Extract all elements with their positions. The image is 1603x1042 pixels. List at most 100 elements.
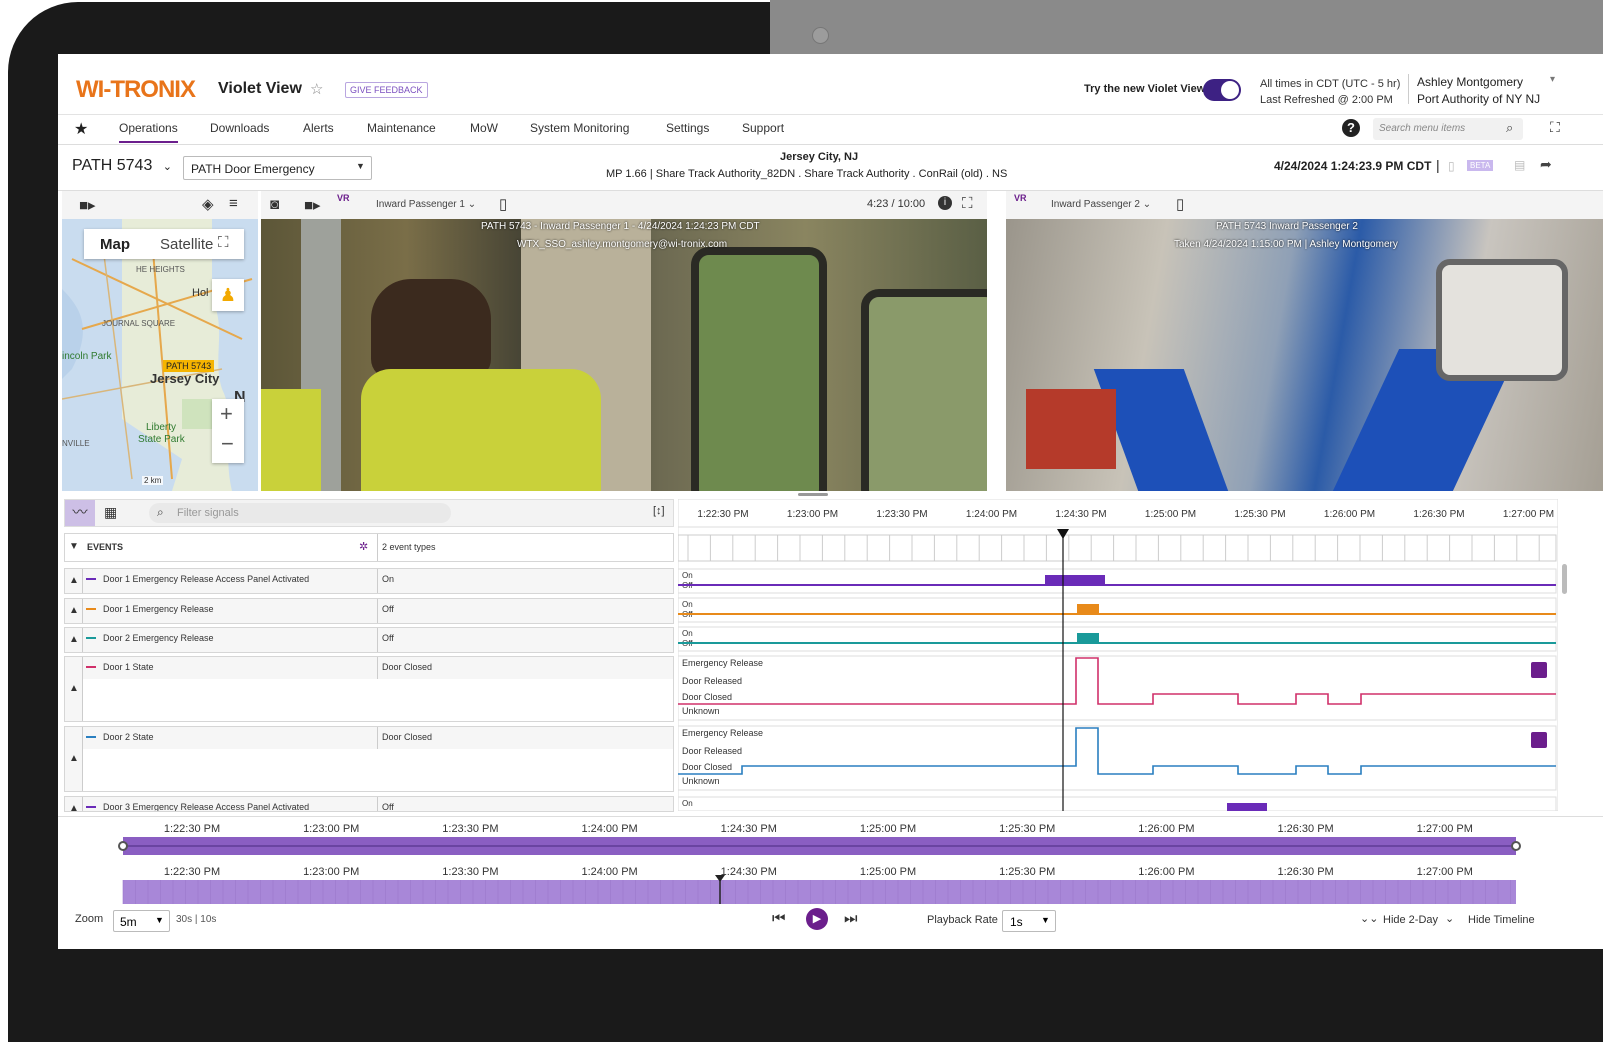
user-menu[interactable]: Ashley Montgomery Port Authority of NY N… — [1417, 74, 1540, 108]
signal-row[interactable]: ▲ Door 1 State Door Closed — [64, 656, 674, 722]
timeline-detail-bar — [123, 880, 1516, 904]
window-right — [861, 289, 987, 491]
play-button[interactable]: ▶ — [806, 908, 828, 930]
favorite-star-icon[interactable]: ☆ — [310, 80, 323, 98]
search-icon[interactable]: ⌕ — [1506, 120, 1513, 136]
nav-maintenance[interactable]: Maintenance — [367, 121, 436, 135]
zoom-out-icon[interactable]: − — [221, 431, 234, 457]
map-type-toggle: Map Satellite ⛶ — [84, 229, 244, 259]
menu-lines-icon[interactable]: ≡ — [229, 195, 238, 212]
zoom-options[interactable]: 30s | 10s — [176, 914, 216, 925]
video1-overlay-line2: WTX_SSO_ashley.montgomery@wi-tronix.com — [517, 239, 728, 250]
collapse-triangle-icon[interactable]: ▲ — [69, 634, 79, 645]
vr-toggle[interactable]: VR — [337, 193, 350, 203]
nav-alerts[interactable]: Alerts — [303, 121, 334, 135]
line-chart-icon[interactable]: 〰 — [65, 500, 95, 526]
try-new-toggle[interactable] — [1203, 79, 1241, 101]
timeline-tick-label: 1:25:00 PM — [860, 866, 916, 878]
video1-camera-select[interactable]: Inward Passenger 1 ⌄ — [376, 199, 476, 210]
column-divider — [377, 599, 378, 623]
ad-panel — [1026, 389, 1116, 469]
graph-scrollbar[interactable] — [1562, 564, 1567, 594]
state-label: Unknown — [682, 706, 720, 716]
video1-fullscreen-icon[interactable]: ⛶ — [962, 195, 973, 212]
map-view[interactable]: Map Satellite ⛶ HE HEIGHTS Hol JOURNAL S… — [62, 219, 258, 491]
vehicle-select[interactable]: PATH 5743 ⌄ — [72, 157, 172, 175]
skip-forward-icon[interactable]: ⏭ — [844, 910, 858, 927]
signal-row[interactable]: ▲ Door 2 Emergency Release Off — [64, 627, 674, 653]
help-icon[interactable]: ? — [1342, 119, 1360, 137]
timeline-canvas[interactable]: 1:22:30 PM 1:22:30 PM 1:23:00 PM 1:23:00 PM… — [58, 817, 1603, 907]
video-camera-icon[interactable]: ■▸ — [79, 196, 96, 214]
video-camera-icon[interactable]: ■▸ — [304, 196, 321, 214]
signal-row[interactable]: ▲ Door 3 Emergency Release Access Panel A… — [64, 796, 674, 812]
hide-timeline-button[interactable]: Hide Timeline — [1468, 914, 1535, 926]
collapse-triangle-icon[interactable]: ▲ — [69, 753, 79, 764]
map-fullscreen-icon[interactable]: ⛶ — [218, 234, 229, 251]
signal-row[interactable]: ▲ Door 1 Emergency Release Access Panel A… — [64, 568, 674, 594]
timeline-tick-label: 1:25:30 PM — [999, 823, 1055, 835]
map-label: HE HEIGHTS — [136, 265, 185, 274]
nav-settings[interactable]: Settings — [666, 121, 709, 135]
timeline-tick-label: 1:27:00 PM — [1417, 866, 1473, 878]
table-view-icon[interactable]: ▦ — [104, 504, 117, 521]
binary-signal-lane — [678, 597, 1557, 623]
vr-toggle[interactable]: VR — [1014, 193, 1027, 203]
collapse-triangle-icon[interactable]: ▲ — [69, 683, 79, 694]
nav-system-monitoring[interactable]: System Monitoring — [530, 121, 629, 135]
playback-rate-select[interactable]: 1s ▼ — [1002, 910, 1056, 932]
refreshed-line: Last Refreshed @ 2:00 PM — [1260, 94, 1393, 106]
event-select[interactable]: PATH Door Emergency ▼ — [183, 156, 372, 180]
nav-operations[interactable]: Operations — [119, 121, 178, 143]
video1-player[interactable]: PATH 5743 - Inward Passenger 1 - 4/24/20… — [261, 219, 987, 491]
gear-icon[interactable]: ✲ — [359, 540, 368, 553]
skip-back-icon[interactable]: ⏮ — [772, 910, 786, 927]
share-icon[interactable]: ➦ — [1540, 156, 1552, 173]
map-icon[interactable]: ▯ — [499, 195, 507, 213]
nav-support[interactable]: Support — [742, 121, 784, 135]
vehicle-marker[interactable]: PATH 5743 — [163, 360, 215, 372]
give-feedback-button[interactable]: GIVE FEEDBACK — [345, 82, 428, 98]
timeline-tick-label: 1:27:00 PM — [1417, 823, 1473, 835]
zoom-label: Zoom — [75, 913, 104, 925]
graph-tick-label: 1:25:00 PM — [1145, 509, 1196, 520]
star-icon[interactable]: ★ — [74, 119, 88, 139]
collapse-triangle-icon[interactable]: ▼ — [69, 541, 79, 552]
timezone-line: All times in CDT (UTC - 5 hr) — [1260, 78, 1401, 90]
zoom-in-icon[interactable]: + — [220, 401, 233, 427]
info-icon[interactable]: i — [938, 196, 952, 210]
timeline-tick-label: 1:24:30 PM — [721, 823, 777, 835]
hide-2day-button[interactable]: Hide 2-Day — [1383, 914, 1438, 926]
menu-search-input[interactable]: Search menu items ⌕ — [1373, 118, 1523, 140]
signal-row[interactable]: ▲ Door 2 State Door Closed — [64, 726, 674, 792]
layers-icon[interactable]: ◈ — [202, 195, 214, 213]
user-chevron-icon[interactable]: ▾ — [1550, 74, 1555, 85]
graph-tick-label: 1:26:30 PM — [1413, 509, 1464, 520]
signal-row[interactable]: ▲ Door 1 Emergency Release Off — [64, 598, 674, 624]
filter-signals-input[interactable]: ⌕ Filter signals — [149, 503, 451, 523]
video2-camera-select[interactable]: Inward Passenger 2 ⌄ — [1051, 199, 1151, 210]
satellite-tab[interactable]: Satellite — [160, 236, 213, 253]
collapse-triangle-icon[interactable]: ▲ — [69, 605, 79, 616]
signal-name: Door 1 Emergency Release — [103, 604, 214, 614]
collapse-triangle-icon[interactable]: ▲ — [69, 803, 79, 811]
document-icon[interactable]: ▤ — [1514, 158, 1525, 172]
signal-graph[interactable]: 1:22:30 PM 1:23:00 PM 1:23:30 PM 1:24:00 PM… — [678, 499, 1558, 811]
map-icon[interactable]: ▯ — [1176, 195, 1184, 213]
nav-downloads[interactable]: Downloads — [210, 121, 269, 135]
video2-overlay-line1: PATH 5743 Inward Passenger 2 — [1216, 221, 1358, 232]
zoom-select[interactable]: 5m ▼ — [113, 910, 170, 932]
panel-resize-handle[interactable] — [798, 493, 828, 496]
on-label: On — [682, 600, 693, 609]
snapshot-camera-icon[interactable]: ◙ — [270, 196, 279, 213]
expand-brackets-icon[interactable]: [↕] — [653, 505, 665, 517]
map-tab[interactable]: Map — [100, 236, 130, 253]
nav-mow[interactable]: MoW — [470, 121, 498, 135]
video2-player[interactable]: PATH 5743 Inward Passenger 2 Taken 4/24/… — [1006, 219, 1603, 491]
fullscreen-icon[interactable]: ⛶ — [1550, 119, 1560, 136]
context-bar: PATH 5743 ⌄ PATH Door Emergency ▼ Jersey… — [58, 145, 1603, 191]
street-view-pegman-icon[interactable]: ♟ — [212, 279, 244, 311]
collapse-triangle-icon[interactable]: ▲ — [69, 575, 79, 586]
device-bezel-top — [770, 0, 1603, 56]
clip-icon[interactable]: ▯ — [1448, 159, 1455, 173]
